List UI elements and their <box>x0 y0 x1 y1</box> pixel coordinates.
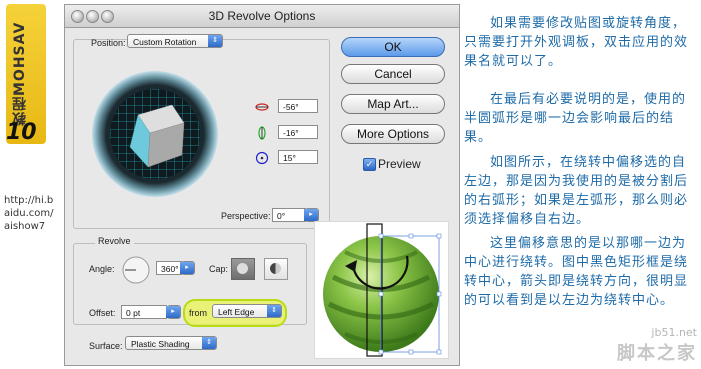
dialog-titlebar: 3D Revolve Options <box>65 5 459 28</box>
brand-vertical-text: 教程MOHSAV <box>12 21 28 126</box>
from-label: from <box>189 308 207 318</box>
angle-slider-button[interactable]: ▸ <box>180 261 195 275</box>
brand-number: 10 <box>6 120 37 145</box>
surface-select-value: Plastic Shading <box>131 339 190 349</box>
cap-on-icon <box>237 263 248 274</box>
brand-strip: 教程MOHSAV 10 http://hi.baidu.com/aishow7 <box>0 0 60 369</box>
perspective-label: Perspective: <box>221 211 271 221</box>
z-rotation-input[interactable]: 15° <box>278 150 318 164</box>
cap-label: Cap: <box>209 264 229 274</box>
watermark-site: jb51.net <box>651 326 697 339</box>
from-edge-select[interactable]: Left Edge ⇕ <box>212 304 282 318</box>
chevron-right-icon: ▸ <box>180 262 194 274</box>
revolve-section-title: Revolve <box>95 236 134 246</box>
x-axis-rotate-icon <box>255 103 269 111</box>
position-select-value: Custom Rotation <box>133 37 197 47</box>
ok-button[interactable]: OK <box>341 37 445 57</box>
position-label: Position: <box>91 38 126 48</box>
brand-url-text: http://hi.baidu.com/aishow7 <box>4 195 54 232</box>
offset-label: Offset: <box>89 308 116 318</box>
article-paragraph-3: 如图所示，在绕转中偏移选的自左边，那是因为我使用的是被分割后的右弧形；如果是左弧… <box>464 155 689 227</box>
article-paragraph-4: 这里偏移意思的是以那哪一边为中心进行绕转。图中黑色矩形框是绕转中心，箭头即是绕转… <box>464 236 689 308</box>
cap-on-button[interactable] <box>231 258 255 280</box>
angle-dial-icon[interactable] <box>119 255 153 285</box>
more-options-button[interactable]: More Options <box>341 124 445 144</box>
cap-off-button[interactable] <box>264 258 288 280</box>
surface-label: Surface: <box>89 341 123 351</box>
offset-slider-button[interactable]: ▸ <box>166 305 181 319</box>
site-watermark: jb51.net 脚本之家 <box>617 326 697 365</box>
brand-url: http://hi.baidu.com/aishow7 <box>4 194 58 233</box>
sphere-preview-panel <box>314 221 449 359</box>
angle-label: Angle: <box>89 264 115 274</box>
rotation-trackball[interactable] <box>92 71 218 197</box>
cube-preview-icon <box>110 89 200 179</box>
y-axis-rotate-icon <box>258 126 266 140</box>
map-art-button[interactable]: Map Art... <box>341 94 445 114</box>
from-edge-select-value: Left Edge <box>218 307 255 317</box>
watermark-name: 脚本之家 <box>617 343 697 364</box>
revolved-sphere-image <box>323 223 442 357</box>
position-select[interactable]: Custom Rotation ⇕ <box>127 34 223 48</box>
chevron-updown-icon: ⇕ <box>267 305 281 317</box>
z-axis-rotate-icon <box>255 151 269 165</box>
perspective-slider-button[interactable]: ▸ <box>304 208 319 222</box>
chevron-updown-icon: ⇕ <box>202 337 216 349</box>
perspective-input[interactable]: 0° <box>272 208 306 222</box>
chevron-right-icon: ▸ <box>304 209 318 221</box>
article-paragraph-1: 如果需要修改贴图或旋转角度，只需要打开外观调板，双击应用的效果名就可以了。 <box>464 16 689 69</box>
dialog-title: 3D Revolve Options <box>208 9 316 23</box>
y-rotation-input[interactable]: -16° <box>278 125 318 139</box>
chevron-right-icon: ▸ <box>166 306 180 318</box>
x-rotation-input[interactable]: -56° <box>278 99 318 113</box>
cap-off-icon <box>270 263 281 274</box>
chevron-updown-icon: ⇕ <box>208 35 222 47</box>
trackball-view <box>110 89 200 179</box>
article-paragraph-2: 在最后有必要说明的是，使用的半圆弧形是哪一边会影响最后的结果。 <box>464 92 687 145</box>
cancel-button[interactable]: Cancel <box>341 64 445 84</box>
offset-input[interactable]: 0 pt <box>121 305 167 319</box>
preview-label: Preview <box>378 157 421 171</box>
angle-input[interactable]: 360° <box>156 261 182 275</box>
preview-checkbox[interactable]: ✓ <box>363 158 376 171</box>
surface-select[interactable]: Plastic Shading ⇕ <box>125 336 217 350</box>
